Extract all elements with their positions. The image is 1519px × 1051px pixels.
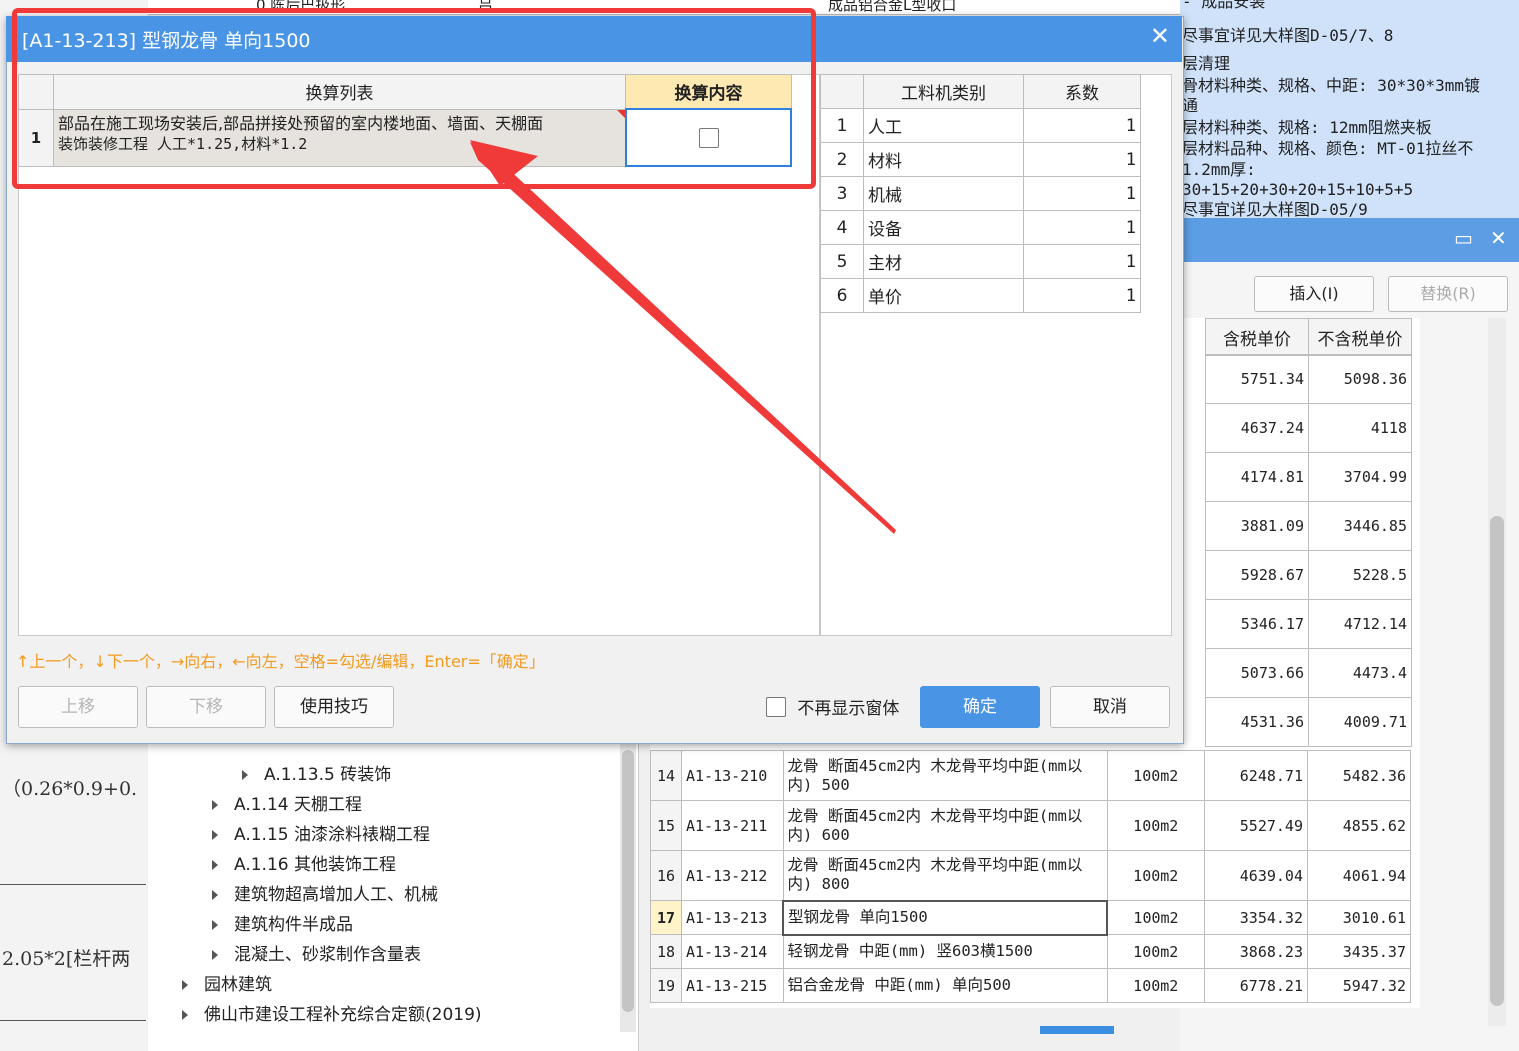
tree-node[interactable]: 建筑物超高增加人工、机械 (212, 880, 438, 905)
header-notax-price[interactable]: 不含税单价 (1308, 318, 1412, 356)
annotation-highlight-box (12, 8, 816, 189)
table-row[interactable]: 5346.17 4712.14 (1205, 599, 1412, 649)
tree-node[interactable]: A.1.15 油漆涂料裱糊工程 (212, 820, 430, 845)
tree-node[interactable]: 建筑构件半成品 (212, 910, 353, 935)
table-scrollbar-thumb[interactable] (1490, 516, 1504, 1006)
move-down-button[interactable]: 下移 (146, 686, 266, 728)
expand-icon[interactable] (182, 980, 188, 990)
desc-line: 骨材料种类、规格、中距: 30*30*3mm镀 (1182, 76, 1480, 95)
table-row[interactable]: 1 人工 1 (820, 108, 1141, 143)
no-show-checkbox[interactable] (766, 696, 786, 717)
expand-icon[interactable] (212, 890, 218, 900)
expand-icon[interactable] (212, 920, 218, 930)
cancel-button[interactable]: 取消 (1050, 686, 1170, 728)
desc-line: 通 (1182, 96, 1199, 115)
divider (0, 884, 146, 885)
table-row[interactable]: 4174.81 3704.99 (1205, 452, 1412, 502)
expand-icon[interactable] (182, 1010, 188, 1020)
table-row[interactable]: 15 A1-13-211 龙骨 断面45cm2内 木龙骨平均中距(mm以内) 6… (650, 800, 1411, 851)
maximize-icon[interactable]: ▭ (1454, 226, 1473, 250)
tree-node[interactable]: A.1.13.5 砖装饰 (242, 760, 391, 785)
replace-button[interactable]: 替换(R) (1388, 276, 1508, 312)
close-icon[interactable]: ✕ (1150, 22, 1170, 50)
header-category[interactable]: 工料机类别 (863, 74, 1024, 109)
keyboard-hint: ↑上一个，↓下一个，→向右，←向左，空格=勾选/编辑，Enter=「确定」 (16, 652, 545, 671)
splitter-handle[interactable] (1040, 1026, 1114, 1034)
ok-button[interactable]: 确定 (920, 686, 1040, 728)
expand-icon[interactable] (212, 830, 218, 840)
table-row[interactable]: 19 A1-13-215 铝合金龙骨 中距(mm) 单向500 100m2 67… (650, 968, 1411, 1003)
table-row[interactable]: 3881.09 3446.85 (1205, 501, 1412, 551)
desc-line: 层清理 (1182, 54, 1231, 73)
table-row[interactable]: 4 设备 1 (820, 210, 1141, 245)
move-up-button[interactable]: 上移 (18, 686, 138, 728)
formula-fragment: （0.26*0.9+0. (2, 778, 138, 800)
table-row[interactable]: 5073.66 4473.4 (1205, 648, 1412, 698)
table-row[interactable]: 6 单价 1 (820, 278, 1141, 313)
price-header: 含税单价 不含税单价 (1205, 318, 1412, 356)
tree-node[interactable]: 混凝土、砂浆制作含量表 (212, 940, 421, 965)
strip-text: 成品铝合金L型收口 (828, 0, 957, 14)
expand-icon[interactable] (242, 770, 248, 780)
desc-line: 层材料种类、规格: 12mm阻燃夹板 (1182, 118, 1432, 137)
coefficient-table: 工料机类别 系数 1 人工 1 2 材料 1 3 机械 1 4 设备 1 5 主材 1 6 单价 1 (820, 74, 1141, 313)
table-row[interactable]: 5751.34 5098.36 (1205, 354, 1412, 404)
table-row[interactable]: 4637.24 4118 (1205, 403, 1412, 453)
desc-line: 尽事宜详见大样图D-05/9 (1182, 200, 1368, 218)
table-row[interactable]: 16 A1-13-212 龙骨 断面45cm2内 木龙骨平均中距(mm以内) 8… (650, 850, 1411, 901)
table-row[interactable]: 14 A1-13-210 龙骨 断面45cm2内 木龙骨平均中距(mm以内) 5… (650, 750, 1411, 801)
table-row[interactable]: 5928.67 5228.5 (1205, 550, 1412, 600)
table-row[interactable]: 3 机械 1 (820, 176, 1141, 211)
table-row[interactable]: 18 A1-13-214 轻钢龙骨 中距(mm) 竖603横1500 100m2… (650, 934, 1411, 969)
expand-icon[interactable] (212, 860, 218, 870)
tree-node[interactable]: 园林建筑 (182, 970, 272, 995)
table-row[interactable]: 4531.36 4009.71 (1205, 697, 1412, 747)
quota-tree: A.1.13.5 砖装饰 A.1.14 天棚工程 A.1.15 油漆涂料裱糊工程… (148, 742, 639, 1051)
divider (0, 1020, 146, 1021)
no-show-label: 不再显示窗体 (797, 699, 900, 719)
tree-scrollbar-thumb[interactable] (622, 750, 634, 1012)
table-row-selected[interactable]: 17 A1-13-213 型钢龙骨 单向1500 100m2 3354.32 3… (650, 899, 1411, 936)
desc-line: 尽事宜详见大样图D-05/7、8 (1182, 26, 1394, 45)
desc-line: 1.2mm厚: (1182, 160, 1256, 179)
header-factor[interactable]: 系数 (1023, 74, 1141, 109)
desc-line: - 成品安装 (1182, 0, 1266, 11)
expand-icon[interactable] (212, 950, 218, 960)
project-description: - 成品安装 尽事宜详见大样图D-05/7、8 层清理 骨材料种类、规格、中距:… (1180, 0, 1519, 218)
desc-line: 30+15+20+30+20+15+10+5+5 (1182, 180, 1414, 199)
formula-fragment: 2.05*2[栏杆两 (2, 948, 131, 970)
quota-rows: 14 A1-13-210 龙骨 断面45cm2内 木龙骨平均中距(mm以内) 5… (650, 750, 1411, 1003)
table-row[interactable]: 5 主材 1 (820, 244, 1141, 279)
header-tax-price[interactable]: 含税单价 (1205, 318, 1309, 356)
desc-line: 层材料品种、规格、颜色: MT-01拉丝不 (1182, 139, 1474, 158)
expand-icon[interactable] (212, 800, 218, 810)
close-icon[interactable]: ✕ (1490, 226, 1507, 250)
tree-node[interactable]: A.1.14 天棚工程 (212, 790, 362, 815)
insert-button[interactable]: 插入(I) (1254, 276, 1374, 312)
quota-panel-header: ▭ ✕ (1180, 218, 1519, 262)
no-show-option[interactable]: 不再显示窗体 (766, 694, 899, 719)
usage-tips-button[interactable]: 使用技巧 (274, 686, 394, 728)
tree-node[interactable]: 佛山市建设工程补充综合定额(2019) (182, 1000, 482, 1025)
price-rows: 5751.34 5098.36 4637.24 4118 4174.81 3704.9… (1205, 354, 1412, 747)
tree-node[interactable]: A.1.16 其他装饰工程 (212, 850, 396, 875)
table-row[interactable]: 2 材料 1 (820, 142, 1141, 177)
